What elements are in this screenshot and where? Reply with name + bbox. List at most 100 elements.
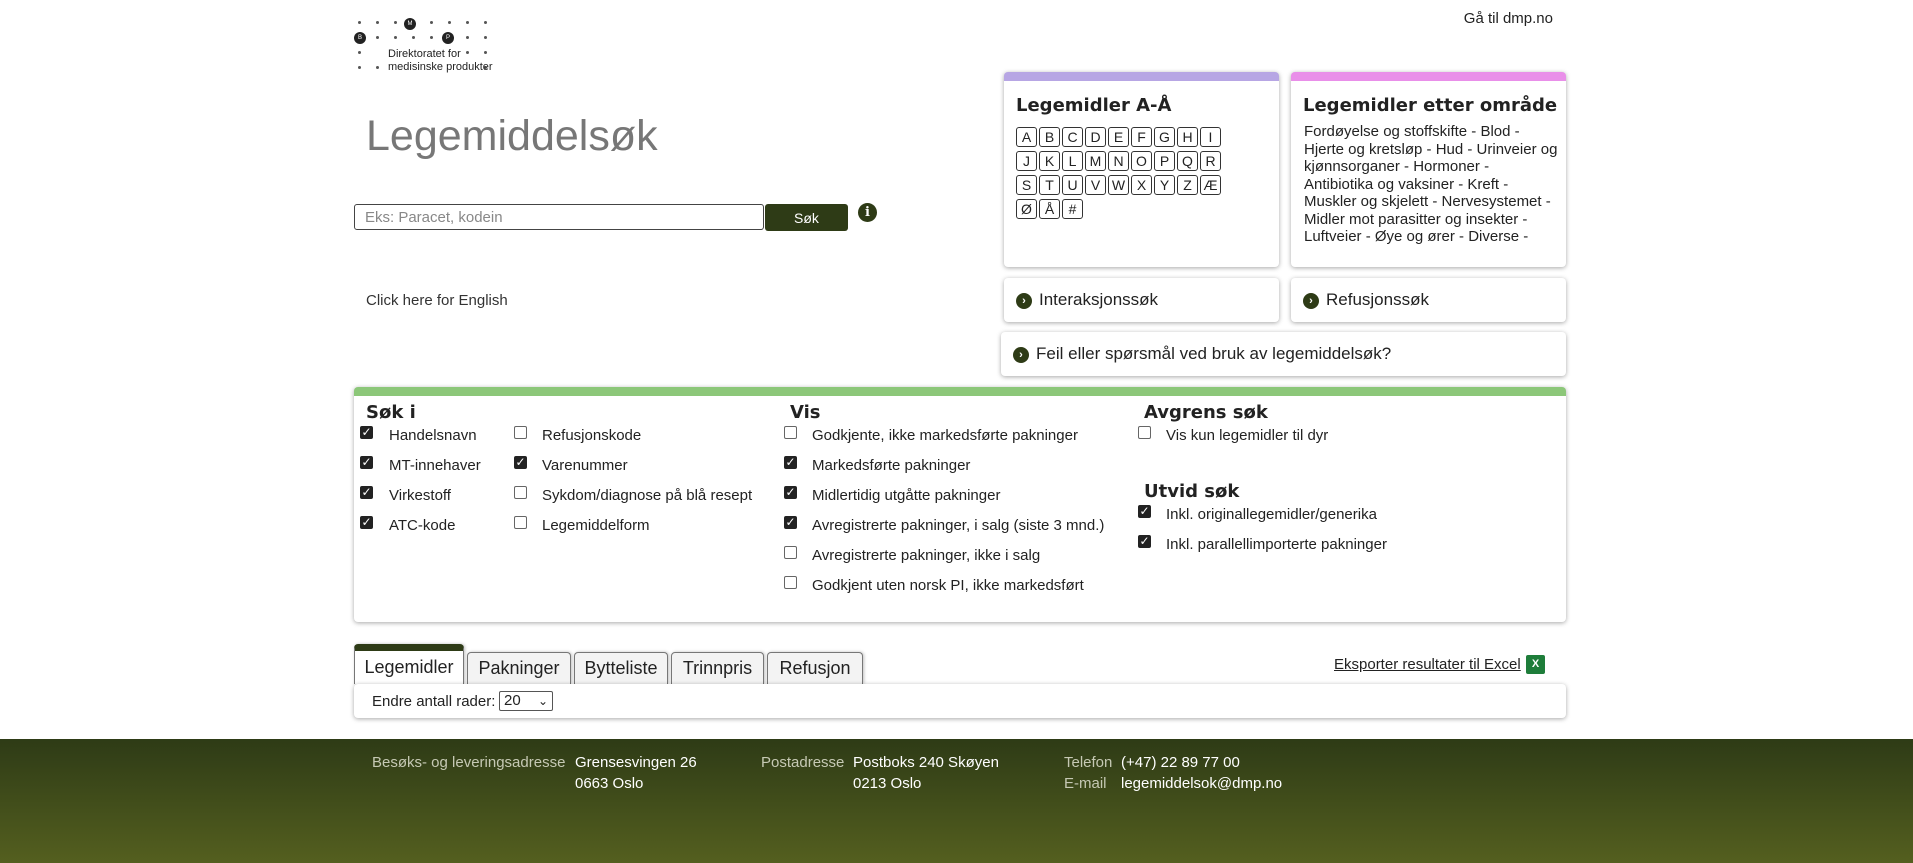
english-link[interactable]: Click here for English xyxy=(366,292,508,309)
post-address-line2: 0213 Oslo xyxy=(853,775,922,792)
rows-select[interactable]: 20 ⌄ xyxy=(499,691,553,711)
letter-button[interactable]: J xyxy=(1016,151,1037,171)
letter-button[interactable]: X xyxy=(1131,175,1152,195)
letter-button[interactable]: U xyxy=(1062,175,1083,195)
checkbox[interactable]: ✓ xyxy=(360,516,373,529)
chevron-right-icon: › xyxy=(1016,293,1032,309)
goto-dmp-link[interactable]: Gå til dmp.no xyxy=(1464,10,1553,27)
checkbox[interactable] xyxy=(514,516,527,529)
option-label[interactable]: Markedsførte pakninger xyxy=(812,457,970,474)
checkbox[interactable]: ✓ xyxy=(1138,505,1151,518)
option-label[interactable]: Avregistrerte pakninger, i salg (siste 3… xyxy=(812,517,1104,534)
letter-button[interactable]: A xyxy=(1016,127,1037,147)
page-title: Legemiddelsøk xyxy=(366,112,658,160)
areas-list[interactable]: Fordøyelse og stoffskifte - Blod - Hjert… xyxy=(1304,123,1559,246)
option-label[interactable]: Avregistrerte pakninger, ikke i salg xyxy=(812,547,1040,564)
checkbox[interactable] xyxy=(784,576,797,589)
letter-button[interactable]: Z xyxy=(1177,175,1198,195)
letter-button[interactable]: C xyxy=(1062,127,1083,147)
tab-pakninger[interactable]: Pakninger xyxy=(467,652,571,684)
chevron-right-icon: › xyxy=(1013,347,1029,363)
letter-button[interactable]: Å xyxy=(1039,199,1060,219)
letter-button[interactable]: R xyxy=(1200,151,1221,171)
visit-address-line2: 0663 Oslo xyxy=(575,775,644,792)
letter-button[interactable]: B xyxy=(1039,127,1060,147)
option-label[interactable]: Inkl. originallegemidler/generika xyxy=(1166,506,1377,523)
letter-button[interactable]: G xyxy=(1154,127,1175,147)
export-excel-link[interactable]: Eksporter resultater til Excel xyxy=(1334,656,1521,673)
letter-button[interactable]: S xyxy=(1016,175,1037,195)
option-label[interactable]: MT-innehaver xyxy=(389,457,481,474)
checkbox[interactable]: ✓ xyxy=(360,426,373,439)
tab-refusjon[interactable]: Refusjon xyxy=(767,652,863,684)
tab-bytteliste[interactable]: Bytteliste xyxy=(574,652,668,684)
letter-button[interactable]: W xyxy=(1108,175,1129,195)
letter-button[interactable]: Ø xyxy=(1016,199,1037,219)
search-options-panel: Søk i Vis Avgrens søk Utvid søk ✓ Handels… xyxy=(354,387,1566,622)
checkbox[interactable] xyxy=(784,546,797,559)
email-link[interactable]: legemiddelsok@dmp.no xyxy=(1121,773,1282,794)
letter-button[interactable]: O xyxy=(1131,151,1152,171)
letter-button[interactable]: L xyxy=(1062,151,1083,171)
refund-search-link[interactable]: › Refusjonssøk xyxy=(1291,278,1566,322)
checkbox[interactable]: ✓ xyxy=(360,486,373,499)
option-label[interactable]: Legemiddelform xyxy=(542,517,650,534)
option-label[interactable]: Varenummer xyxy=(542,457,628,474)
tab-trinnpris[interactable]: Trinnpris xyxy=(671,652,764,684)
show-heading: Vis xyxy=(790,402,821,423)
option-label[interactable]: ATC-kode xyxy=(389,517,455,534)
dmp-logo[interactable]: M B P Direktoratet for medisinske produk… xyxy=(354,18,506,74)
excel-icon[interactable]: X xyxy=(1526,655,1545,674)
option-label[interactable]: Vis kun legemidler til dyr xyxy=(1166,427,1328,444)
checkbox[interactable]: ✓ xyxy=(1138,535,1151,548)
letter-button[interactable]: Q xyxy=(1177,151,1198,171)
option-label[interactable]: Godkjent uten norsk PI, ikke markedsført xyxy=(812,577,1084,594)
letter-button[interactable]: T xyxy=(1039,175,1060,195)
checkbox[interactable] xyxy=(784,426,797,439)
letter-button[interactable]: K xyxy=(1039,151,1060,171)
letter-button[interactable]: Y xyxy=(1154,175,1175,195)
checkbox[interactable]: ✓ xyxy=(784,456,797,469)
az-card: Legemidler A-Å ABCDEFGHI JKLMNOPQR STUVWXY… xyxy=(1004,72,1279,267)
interaction-search-label: Interaksjonssøk xyxy=(1039,290,1159,309)
letter-button[interactable]: V xyxy=(1085,175,1106,195)
tab-legemidler[interactable]: Legemidler xyxy=(354,644,464,684)
letter-button[interactable]: P xyxy=(1154,151,1175,171)
option-label[interactable]: Refusjonskode xyxy=(542,427,641,444)
option-label[interactable]: Godkjente, ikke markedsførte pakninger xyxy=(812,427,1078,444)
checkbox[interactable] xyxy=(514,426,527,439)
option-label[interactable]: Inkl. parallellimporterte pakninger xyxy=(1166,536,1387,553)
refund-search-label: Refusjonssøk xyxy=(1326,290,1429,309)
visit-address-label: Besøks- og leveringsadresse xyxy=(372,754,566,771)
post-address-label: Postadresse xyxy=(761,754,845,771)
search-button[interactable]: Søk xyxy=(765,204,848,231)
letter-button[interactable]: D xyxy=(1085,127,1106,147)
az-title: Legemidler A-Å xyxy=(1016,95,1172,116)
letter-button[interactable]: N xyxy=(1108,151,1129,171)
letter-button[interactable]: F xyxy=(1131,127,1152,147)
search-input[interactable] xyxy=(354,204,764,230)
checkbox[interactable] xyxy=(514,486,527,499)
checkbox[interactable] xyxy=(1138,426,1151,439)
option-label[interactable]: Sykdom/diagnose på blå resept xyxy=(542,487,752,504)
chevron-right-icon: › xyxy=(1303,293,1319,309)
option-label[interactable]: Handelsnavn xyxy=(389,427,477,444)
feedback-link[interactable]: › Feil eller spørsmål ved bruk av legemi… xyxy=(1001,332,1566,376)
footer: Besøks- og leveringsadresse Grensesvinge… xyxy=(0,739,1913,863)
letter-button[interactable]: # xyxy=(1062,199,1083,219)
option-label[interactable]: Virkestoff xyxy=(389,487,451,504)
checkbox[interactable]: ✓ xyxy=(784,516,797,529)
areas-card: Legemidler etter område Fordøyelse og st… xyxy=(1291,72,1566,267)
letter-button[interactable]: I xyxy=(1200,127,1221,147)
info-icon[interactable]: i xyxy=(858,203,877,222)
letter-button[interactable]: Æ xyxy=(1200,175,1221,195)
letter-button[interactable]: M xyxy=(1085,151,1106,171)
letter-button[interactable]: H xyxy=(1177,127,1198,147)
email-label: E-mail xyxy=(1064,775,1107,792)
option-label[interactable]: Midlertidig utgåtte pakninger xyxy=(812,487,1000,504)
checkbox[interactable]: ✓ xyxy=(514,456,527,469)
interaction-search-link[interactable]: › Interaksjonssøk xyxy=(1004,278,1279,322)
checkbox[interactable]: ✓ xyxy=(784,486,797,499)
checkbox[interactable]: ✓ xyxy=(360,456,373,469)
letter-button[interactable]: E xyxy=(1108,127,1129,147)
